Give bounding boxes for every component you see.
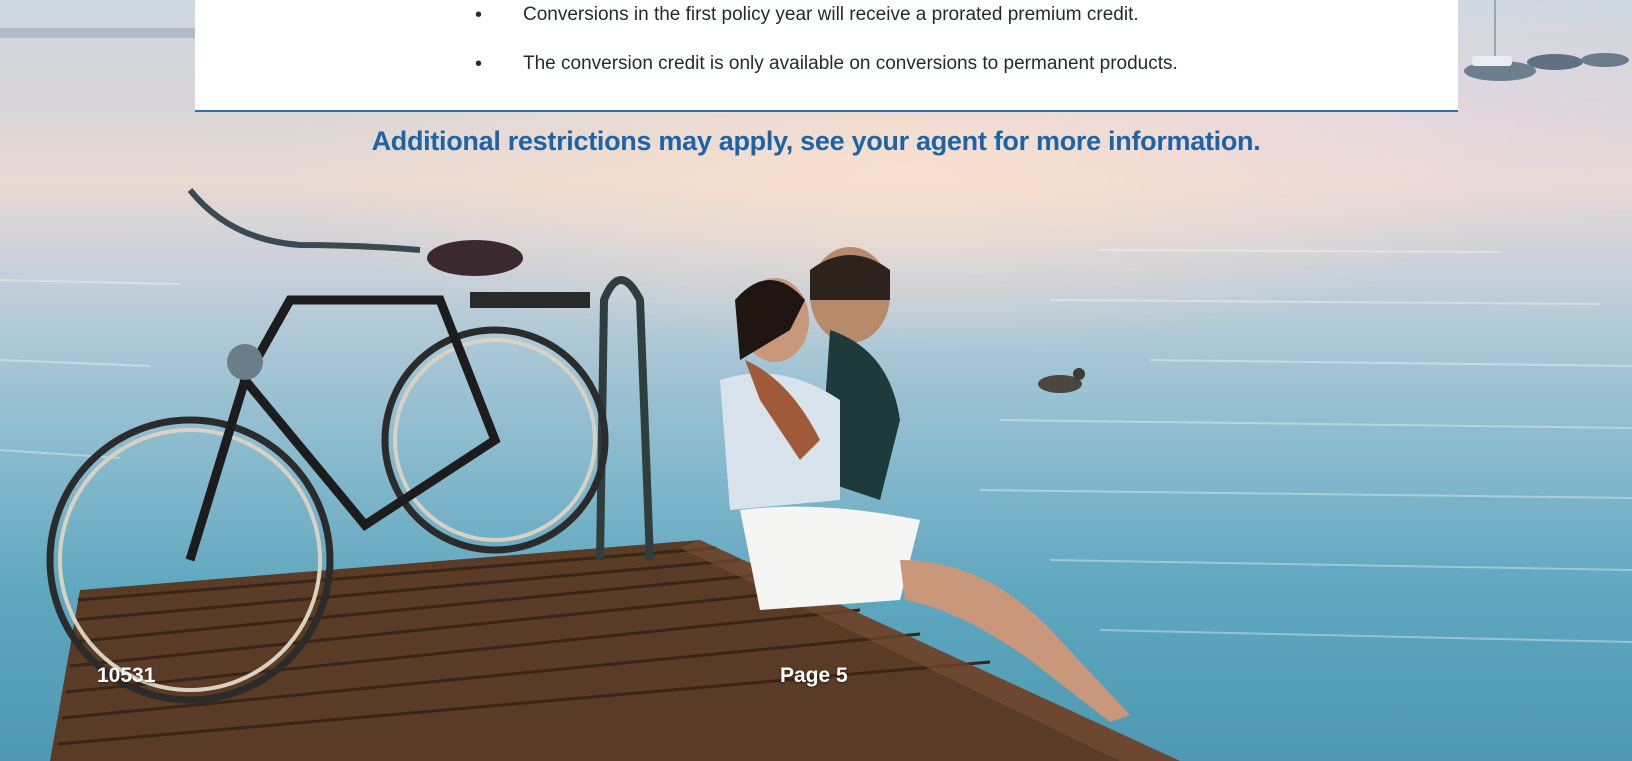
list-item: • Conversions in the first policy year w… — [475, 3, 1375, 27]
duck-icon — [1038, 368, 1085, 393]
list-item: • The conversion credit is only availabl… — [475, 52, 1375, 76]
ladder-icon — [596, 276, 654, 561]
document-code: 10531 — [97, 664, 156, 687]
bullet-icon: • — [475, 4, 483, 26]
policy-notes-card: • Conversions in the first policy year w… — [195, 0, 1458, 112]
page-number: Page 5 — [780, 664, 848, 687]
lake-dock-couple-bicycle-photo-icon — [0, 0, 1632, 761]
restrictions-note: Additional restrictions may apply, see y… — [371, 126, 1261, 156]
bullet-text: The conversion credit is only available … — [523, 53, 1178, 74]
conversion-bullet-list: • Conversions in the first policy year w… — [475, 0, 1375, 76]
bullet-icon: • — [475, 53, 483, 75]
background-photo — [0, 0, 1632, 761]
boats-icon — [1464, 0, 1629, 81]
bullet-text: Conversions in the first policy year wil… — [523, 4, 1139, 25]
wooden-dock-icon — [50, 540, 1180, 761]
